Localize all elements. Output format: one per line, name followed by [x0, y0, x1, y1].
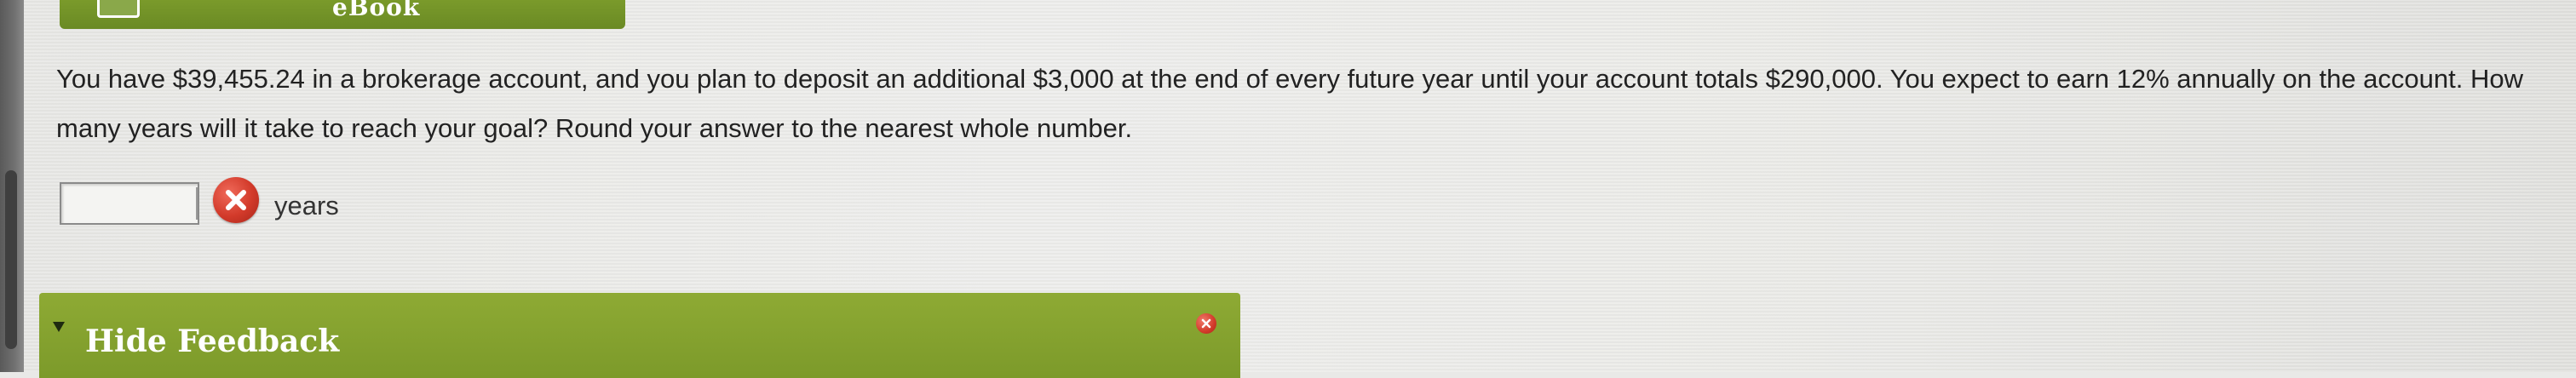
answer-input[interactable]: [60, 182, 199, 225]
unit-label: years: [274, 191, 339, 220]
scrollbar-thumb[interactable]: [5, 170, 17, 349]
question-text: You have $39,455.24 in a brokerage accou…: [56, 64, 2523, 143]
incorrect-icon: [213, 177, 259, 223]
left-scrollbar-track: [0, 0, 24, 372]
hide-feedback-toggle[interactable]: Hide Feedback: [85, 324, 339, 359]
ebook-label: eBook: [332, 0, 421, 21]
feedback-bar: Hide Feedback: [39, 293, 1240, 378]
close-icon[interactable]: [1196, 313, 1216, 334]
answer-input-edge: [196, 187, 203, 220]
ebook-button[interactable]: eBook: [60, 0, 625, 29]
book-icon: [97, 0, 140, 18]
triangle-down-icon[interactable]: [53, 322, 65, 332]
page: eBook You have $39,455.24 in a brokerage…: [0, 0, 2576, 378]
